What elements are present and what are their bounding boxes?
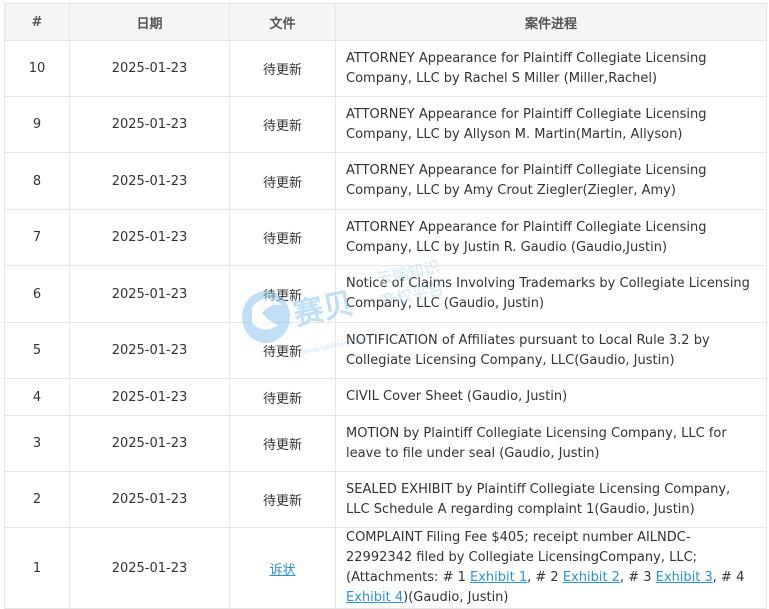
row-num: 2 bbox=[4, 471, 70, 528]
row-date: 2025-01-23 bbox=[69, 96, 230, 153]
row-file-status: 待更新 bbox=[229, 471, 336, 528]
exhibit-1-link[interactable]: Exhibit 1 bbox=[470, 570, 527, 585]
row-date: 2025-01-23 bbox=[69, 415, 230, 472]
row-date: 2025-01-23 bbox=[69, 527, 230, 609]
table-row: 3 2025-01-23 待更新 MOTION by Plaintiff Col… bbox=[4, 415, 767, 472]
row-num: 6 bbox=[4, 265, 70, 323]
row-num: 4 bbox=[4, 378, 70, 416]
row-date: 2025-01-23 bbox=[69, 471, 230, 528]
row-file-cell: 诉状 bbox=[229, 527, 336, 609]
row-file-status: 待更新 bbox=[229, 209, 336, 266]
row-file-status: 待更新 bbox=[229, 415, 336, 472]
row-description: CIVIL Cover Sheet (Gaudio, Justin) bbox=[335, 378, 767, 416]
exhibit-separator: , # 3 bbox=[619, 570, 656, 585]
table-header-row: # 日期 文件 案件进程 bbox=[4, 3, 767, 41]
row-num: 7 bbox=[4, 209, 70, 266]
row-num: 1 bbox=[4, 527, 70, 609]
row-description: Notice of Claims Involving Trademarks by… bbox=[335, 265, 767, 323]
table-row: 4 2025-01-23 待更新 CIVIL Cover Sheet (Gaud… bbox=[4, 378, 767, 416]
row-file-status: 待更新 bbox=[229, 96, 336, 153]
table-row: 9 2025-01-23 待更新 ATTORNEY Appearance for… bbox=[4, 96, 767, 153]
complaint-file-link[interactable]: 诉状 bbox=[269, 563, 295, 578]
row-description: SEALED EXHIBIT by Plaintiff Collegiate L… bbox=[335, 471, 767, 528]
table-row: 5 2025-01-23 待更新 NOTIFICATION of Affilia… bbox=[4, 322, 767, 379]
row-date: 2025-01-23 bbox=[69, 209, 230, 266]
row-num: 9 bbox=[4, 96, 70, 153]
row-description: MOTION by Plaintiff Collegiate Licensing… bbox=[335, 415, 767, 472]
exhibit-3-link[interactable]: Exhibit 3 bbox=[656, 570, 713, 585]
exhibit-separator: , # 2 bbox=[527, 570, 563, 585]
row-num: 8 bbox=[4, 152, 70, 210]
table-row: 8 2025-01-23 待更新 ATTORNEY Appearance for… bbox=[4, 152, 767, 210]
row-date: 2025-01-23 bbox=[69, 40, 230, 97]
table-row: 1 2025-01-23 诉状 COMPLAINT Filing Fee $40… bbox=[4, 527, 767, 609]
row-description: ATTORNEY Appearance for Plaintiff Colleg… bbox=[335, 96, 767, 153]
row-num: 3 bbox=[4, 415, 70, 472]
row-description: ATTORNEY Appearance for Plaintiff Colleg… bbox=[335, 40, 767, 97]
header-file: 文件 bbox=[229, 3, 336, 41]
row-date: 2025-01-23 bbox=[69, 152, 230, 210]
exhibit-2-link[interactable]: Exhibit 2 bbox=[563, 570, 620, 585]
table-row: 6 2025-01-23 待更新 Notice of Claims Involv… bbox=[4, 265, 767, 323]
row-num: 5 bbox=[4, 322, 70, 379]
table-row: 10 2025-01-23 待更新 ATTORNEY Appearance fo… bbox=[4, 40, 767, 97]
docket-table: # 日期 文件 案件进程 10 2025-01-23 待更新 ATTORNEY … bbox=[4, 3, 767, 609]
row-description: COMPLAINT Filing Fee $405; receipt numbe… bbox=[335, 527, 767, 609]
row-date: 2025-01-23 bbox=[69, 322, 230, 379]
row-date: 2025-01-23 bbox=[69, 265, 230, 323]
row-description: NOTIFICATION of Affiliates pursuant to L… bbox=[335, 322, 767, 379]
row-file-status: 待更新 bbox=[229, 265, 336, 323]
table-row: 7 2025-01-23 待更新 ATTORNEY Appearance for… bbox=[4, 209, 767, 266]
row-num: 10 bbox=[4, 40, 70, 97]
row-date: 2025-01-23 bbox=[69, 378, 230, 416]
row-file-status: 待更新 bbox=[229, 378, 336, 416]
table-row: 2 2025-01-23 待更新 SEALED EXHIBIT by Plain… bbox=[4, 471, 767, 528]
row-description: ATTORNEY Appearance for Plaintiff Colleg… bbox=[335, 152, 767, 210]
exhibit-separator: , # 4 bbox=[712, 570, 745, 585]
exhibit-4-link[interactable]: Exhibit 4 bbox=[346, 590, 403, 605]
header-num: # bbox=[4, 3, 70, 41]
row-file-status: 待更新 bbox=[229, 40, 336, 97]
row-file-status: 待更新 bbox=[229, 322, 336, 379]
header-date: 日期 bbox=[69, 3, 230, 41]
header-progress: 案件进程 bbox=[335, 3, 767, 41]
row-description: ATTORNEY Appearance for Plaintiff Colleg… bbox=[335, 209, 767, 266]
complaint-suffix: )(Gaudio, Justin) bbox=[403, 590, 509, 605]
row-file-status: 待更新 bbox=[229, 152, 336, 210]
